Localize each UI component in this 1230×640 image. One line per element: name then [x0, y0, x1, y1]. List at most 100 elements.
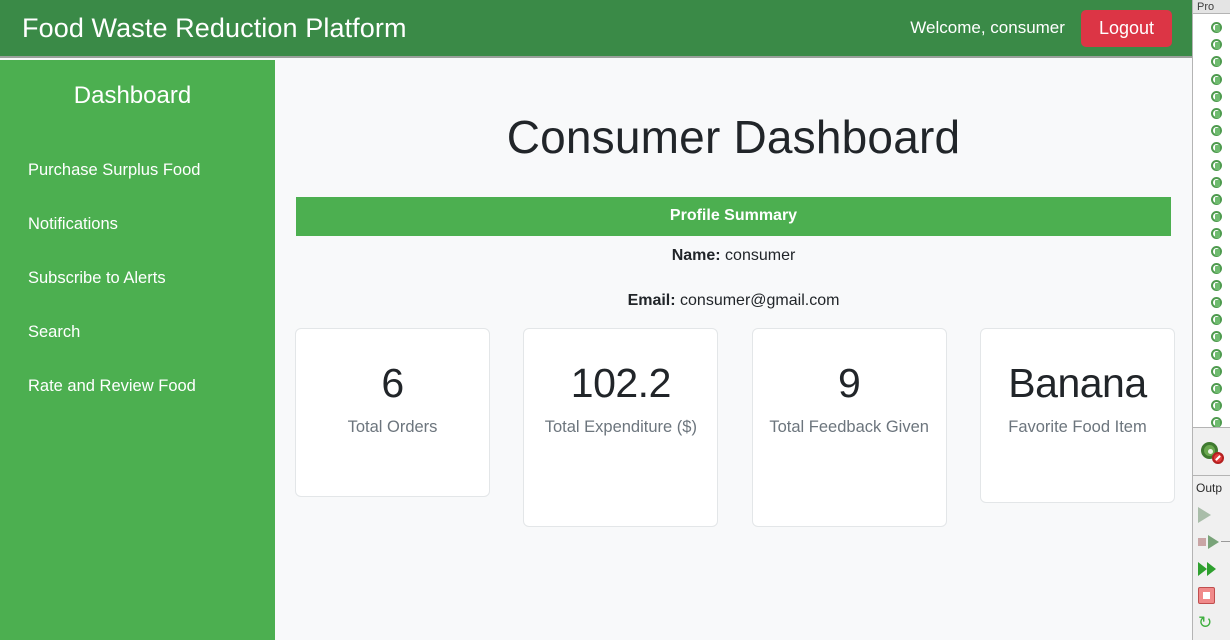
ide-tree-row[interactable]	[1193, 122, 1230, 139]
profile-name-label: Name:	[671, 247, 721, 264]
ide-tree-row[interactable]	[1193, 53, 1230, 70]
green-leaf-node-icon	[1211, 331, 1222, 343]
step-over-button[interactable]	[1193, 528, 1230, 555]
stat-label: Total Expenditure ($)	[544, 418, 697, 437]
green-leaf-node-icon	[1211, 142, 1222, 154]
ide-tree-row[interactable]	[1193, 88, 1230, 105]
ide-tree-row[interactable]	[1193, 294, 1230, 311]
stat-card-total-feedback-given: 9 Total Feedback Given	[751, 328, 947, 528]
green-leaf-node-icon	[1211, 383, 1222, 395]
green-leaf-node-icon	[1211, 193, 1222, 205]
green-leaf-node-icon	[1211, 176, 1222, 188]
rerun-button[interactable]: ↻	[1193, 609, 1230, 636]
green-leaf-node-icon	[1211, 108, 1222, 120]
ide-tree-row[interactable]	[1193, 71, 1230, 88]
header-right-group: Welcome, consumer Logout	[910, 9, 1172, 47]
stat-label: Favorite Food Item	[1008, 418, 1147, 437]
green-leaf-node-icon	[1211, 245, 1222, 257]
green-leaf-node-icon	[1211, 159, 1222, 171]
app-header: Food Waste Reduction Platform Welcome, c…	[0, 0, 1192, 58]
ide-tree-row[interactable]	[1193, 19, 1230, 36]
green-leaf-node-icon	[1211, 22, 1222, 34]
sidebar-title: Dashboard	[73, 82, 192, 109]
ide-tree-row[interactable]	[1193, 260, 1230, 277]
green-leaf-node-icon	[1211, 73, 1222, 85]
profile-summary-header: Profile Summary	[296, 197, 1171, 236]
ide-tree-row[interactable]	[1193, 157, 1230, 174]
stop-button[interactable]	[1193, 582, 1230, 609]
ide-tree-row[interactable]	[1193, 328, 1230, 345]
output-panel-label[interactable]: Outp	[1193, 476, 1230, 499]
ide-panel-tab-label[interactable]: Pro	[1193, 0, 1230, 14]
play-icon	[1198, 506, 1211, 523]
green-leaf-node-icon	[1211, 279, 1222, 291]
green-leaf-node-icon	[1211, 228, 1222, 240]
ide-tree-list[interactable]	[1193, 14, 1230, 428]
sidebar-item-purchase-surplus-food[interactable]: Purchase Surplus Food	[0, 143, 275, 197]
ide-gear-row[interactable]	[1193, 428, 1230, 476]
stat-card-total-orders: 6 Total Orders	[295, 328, 490, 498]
web-app-viewport: Food Waste Reduction Platform Welcome, c…	[0, 0, 1192, 640]
disabled-settings-icon[interactable]	[1200, 441, 1224, 464]
stat-value: 102.2	[570, 360, 672, 406]
ide-tree-row[interactable]	[1193, 242, 1230, 259]
stat-cards-row: 6 Total Orders 102.2 Total Expenditure (…	[295, 328, 1175, 528]
green-leaf-node-icon	[1211, 262, 1222, 274]
green-leaf-node-icon	[1211, 39, 1222, 51]
ide-tree-row[interactable]	[1193, 36, 1230, 53]
stat-card-total-expenditure: 102.2 Total Expenditure ($)	[523, 328, 719, 528]
green-leaf-node-icon	[1211, 297, 1222, 309]
green-leaf-node-icon	[1211, 125, 1222, 137]
stat-label: Total Feedback Given	[769, 418, 929, 437]
sidebar-item-notifications[interactable]: Notifications	[0, 197, 275, 251]
profile-email-value: consumer@gmail.com	[680, 292, 840, 309]
ide-tree-row[interactable]	[1193, 380, 1230, 397]
sidebar-item-subscribe-to-alerts[interactable]: Subscribe to Alerts	[0, 251, 275, 305]
step-line-icon	[1221, 541, 1230, 542]
ide-tree-row[interactable]	[1193, 208, 1230, 225]
green-leaf-node-icon	[1211, 400, 1222, 412]
green-leaf-node-icon	[1211, 348, 1222, 360]
ide-tree-row[interactable]	[1193, 139, 1230, 156]
ide-tree-row[interactable]	[1193, 225, 1230, 242]
main-content: Consumer Dashboard Profile Summary Name:…	[275, 60, 1192, 640]
resume-program-button[interactable]	[1193, 501, 1230, 528]
stat-value: Banana	[1008, 360, 1147, 406]
step-arrow-icon	[1208, 534, 1219, 549]
ide-tree-row[interactable]	[1193, 363, 1230, 380]
welcome-message: Welcome, consumer	[910, 18, 1065, 37]
sidebar-item-search[interactable]: Search	[0, 305, 275, 359]
ide-tree-row[interactable]	[1193, 311, 1230, 328]
stat-value: 6	[381, 360, 404, 406]
sidebar-item-rate-and-review-food[interactable]: Rate and Review Food	[0, 359, 275, 413]
stat-label: Total Orders	[347, 418, 438, 437]
green-leaf-node-icon	[1211, 417, 1222, 427]
green-leaf-node-icon	[1211, 90, 1222, 102]
ide-tree-row[interactable]	[1193, 397, 1230, 414]
profile-name-row: Name: consumer	[296, 247, 1171, 265]
step-square-icon	[1198, 537, 1206, 546]
ide-tree-row[interactable]	[1193, 191, 1230, 208]
ide-tree-row[interactable]	[1193, 277, 1230, 294]
green-leaf-node-icon	[1211, 211, 1222, 223]
green-leaf-node-icon	[1211, 365, 1222, 377]
ide-tree-row[interactable]	[1193, 414, 1230, 427]
ide-tree-row[interactable]	[1193, 174, 1230, 191]
logout-button[interactable]: Logout	[1080, 9, 1172, 47]
ide-tree-row[interactable]	[1193, 346, 1230, 363]
profile-name-value: consumer	[725, 247, 796, 264]
debug-toolbar: ↻	[1193, 499, 1230, 636]
rerun-icon: ↻	[1198, 612, 1213, 632]
profile-email-row: Email: consumer@gmail.com	[296, 292, 1171, 310]
ide-tree-row[interactable]	[1193, 105, 1230, 122]
stat-value: 9	[838, 360, 861, 406]
profile-summary-card: Profile Summary Name: consumer Email: co…	[296, 197, 1171, 310]
profile-email-label: Email:	[627, 292, 676, 309]
fast-forward-button[interactable]	[1193, 555, 1230, 582]
green-leaf-node-icon	[1211, 56, 1222, 68]
green-leaf-node-icon	[1211, 314, 1222, 326]
sidebar-nav: Dashboard Purchase Surplus Food Notifica…	[0, 60, 275, 640]
page-title: Consumer Dashboard	[506, 111, 961, 163]
stop-icon	[1198, 587, 1215, 604]
app-brand-title: Food Waste Reduction Platform	[22, 12, 407, 43]
